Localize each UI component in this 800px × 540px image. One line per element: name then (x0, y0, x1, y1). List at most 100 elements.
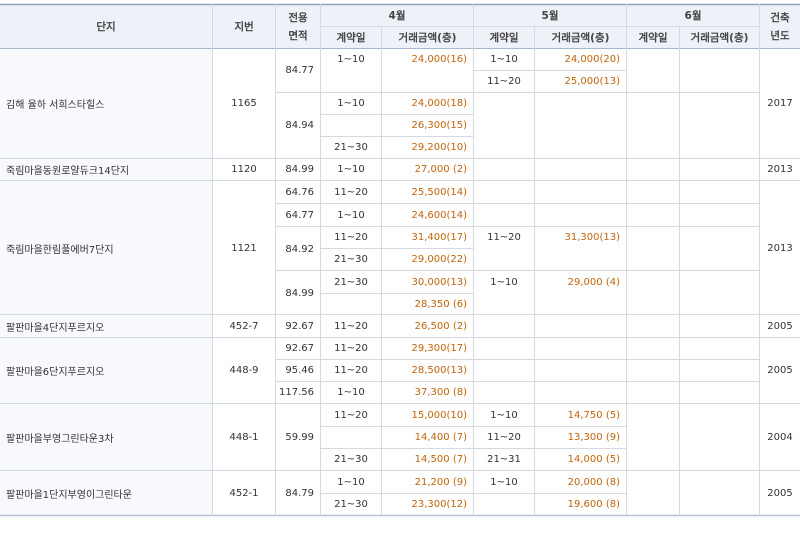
may-amount (535, 136, 626, 158)
april-contract-date (321, 114, 381, 136)
april-amount: 29,300(17) (411, 343, 467, 354)
april-contract-date: 1~10 (337, 164, 365, 175)
area-value: 92.67 (285, 320, 314, 332)
may-contract-date (474, 114, 534, 136)
may-contract-date: 11~20 (487, 431, 521, 443)
area-value: 84.92 (285, 243, 314, 255)
may-contract-date: 1~10 (490, 409, 518, 421)
april-amount: 30,000(13) (411, 276, 467, 288)
april-contract-date: 1~10 (337, 387, 365, 398)
area-value: 84.99 (285, 164, 314, 175)
may-amount: 19,600 (8) (567, 498, 620, 510)
april-amount: 28,350 (6) (414, 298, 467, 310)
header-amount-june: 거래금액(층) (690, 31, 749, 44)
header-month-june: 6월 (684, 9, 702, 22)
may-amount: 31,300(13) (564, 232, 620, 243)
area-value: 59.99 (285, 431, 314, 443)
april-contract-date: 11~20 (334, 232, 368, 243)
april-contract-date: 21~30 (334, 498, 368, 510)
complex-name: 팔판마을4단지푸르지오 (6, 322, 105, 334)
april-amount: 24,600(14) (411, 209, 467, 221)
complex-name: 죽림마을한림풀에버7단지 (6, 244, 114, 256)
may-contract-date (474, 360, 534, 381)
area-value: 84.77 (285, 64, 314, 76)
april-amount: 24,000(16) (411, 53, 467, 65)
april-contract-date: 21~30 (334, 253, 368, 265)
may-amount (535, 248, 626, 270)
header-contract-date-may: 계약일 (489, 31, 519, 44)
may-contract-date: 1~10 (490, 476, 518, 488)
may-amount (535, 92, 626, 114)
april-amount: 21,200 (9) (414, 476, 467, 488)
april-amount: 27,000 (2) (414, 164, 467, 175)
april-amount: 31,400(17) (411, 232, 467, 243)
build-year: 2004 (767, 431, 793, 443)
build-year: 2013 (767, 164, 793, 175)
april-amount (382, 70, 473, 92)
may-contract-date (474, 315, 534, 337)
complex-name: 팔판마을6단지푸르지오 (6, 367, 105, 378)
april-contract-date: 11~20 (334, 365, 368, 376)
lot-number: 1121 (231, 242, 257, 254)
build-year: 2005 (767, 365, 793, 376)
lot-number: 452-1 (229, 487, 259, 499)
april-amount: 29,200(10) (411, 141, 467, 153)
april-amount: 29,000(22) (411, 253, 467, 265)
header-built-line2: 년도 (770, 29, 790, 42)
may-contract-date: 11~20 (487, 75, 521, 87)
lot-number: 448-9 (229, 365, 259, 376)
april-contract-date: 21~30 (334, 141, 368, 153)
may-contract-date (474, 181, 534, 203)
build-year: 2005 (767, 487, 793, 499)
header-area-line1: 전용 (288, 11, 308, 24)
april-contract-date: 1~10 (337, 53, 365, 65)
april-contract-date: 11~20 (334, 343, 368, 354)
may-contract-date: 1~10 (490, 53, 518, 65)
april-contract-date: 21~30 (334, 276, 368, 288)
area-value: 84.99 (285, 287, 314, 299)
area-value: 84.94 (285, 119, 314, 131)
lot-number: 1120 (231, 164, 257, 175)
april-amount: 14,400 (7) (414, 431, 467, 443)
may-amount (535, 315, 626, 337)
may-amount (535, 360, 626, 381)
april-amount: 15,000(10) (411, 409, 467, 421)
may-amount (535, 293, 626, 315)
may-amount: 20,000 (8) (567, 476, 620, 488)
may-amount: 25,000(13) (564, 75, 620, 87)
may-amount: 14,750 (5) (567, 409, 620, 421)
header-amount-april: 거래금액(층) (398, 31, 457, 44)
april-contract-date (321, 293, 381, 315)
lot-number: 452-7 (229, 320, 259, 332)
april-contract-date: 11~20 (334, 186, 368, 198)
may-contract-date (474, 136, 534, 158)
transaction-table: 단지 지번 전용 면적 4월 5월 6월 건축 년도 계약일 거래금액(층) 계… (0, 0, 800, 540)
may-amount (535, 204, 626, 226)
may-amount: 13,300 (9) (567, 431, 620, 443)
may-amount: 14,000 (5) (567, 453, 620, 465)
header-month-may: 5월 (541, 9, 559, 22)
header-lot: 지번 (234, 20, 254, 33)
april-amount: 28,500(13) (411, 365, 467, 376)
april-amount: 24,000(18) (411, 97, 467, 109)
may-contract-date (474, 293, 534, 315)
area-value: 92.67 (285, 343, 314, 354)
april-amount: 14,500 (7) (414, 453, 467, 465)
april-contract-date: 11~20 (334, 320, 368, 332)
complex-name: 김해 율하 서희스타힐스 (6, 99, 105, 111)
april-contract-date: 11~20 (334, 409, 368, 421)
header-amount-may: 거래금액(층) (551, 31, 610, 44)
april-amount: 23,300(12) (411, 498, 467, 510)
may-contract-date (474, 382, 534, 403)
header-built-line1: 건축 (770, 11, 790, 24)
april-amount: 37,300 (8) (414, 387, 467, 398)
may-contract-date (474, 204, 534, 226)
complex-name: 팔판마을1단지부영이그린타운 (6, 489, 132, 501)
may-contract-date (474, 248, 534, 270)
header-area-line2: 면적 (288, 29, 308, 42)
may-contract-date (474, 159, 534, 180)
build-year: 2017 (767, 97, 793, 109)
build-year: 2013 (767, 242, 793, 254)
header-contract-date-april: 계약일 (336, 31, 366, 44)
april-amount: 25,500(14) (411, 186, 467, 198)
